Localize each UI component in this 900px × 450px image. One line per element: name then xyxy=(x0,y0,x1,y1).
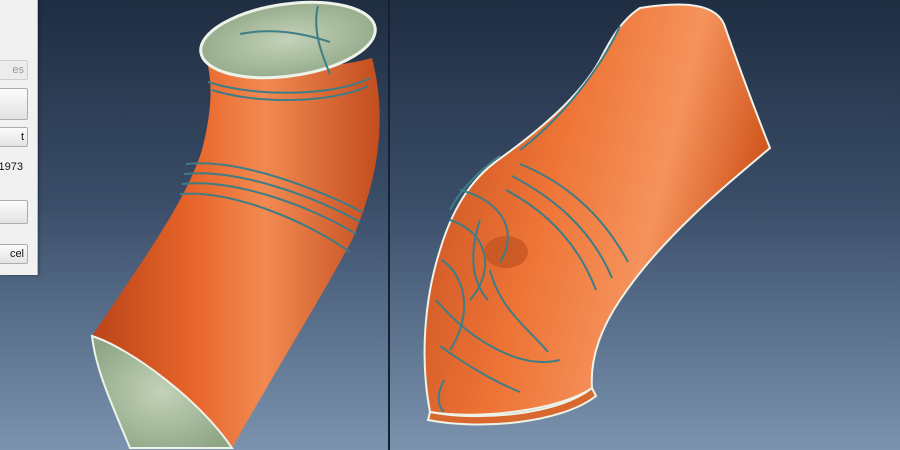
3d-viewport-area[interactable]: es t 1973 cel xyxy=(0,0,900,450)
left-pipe-model[interactable] xyxy=(90,0,380,449)
clipped-dialog-panel: es t 1973 cel xyxy=(0,0,38,275)
model-scene xyxy=(90,0,772,449)
dialog-button-mid[interactable] xyxy=(0,88,28,120)
dialog-button-fourth[interactable] xyxy=(0,200,28,224)
right-pipe-model[interactable] xyxy=(423,3,772,426)
dialog-value-text: 1973 xyxy=(0,161,23,173)
dialog-button-top[interactable]: es xyxy=(0,60,28,80)
dialog-button-third[interactable]: t xyxy=(0,127,28,147)
dialog-cancel-button[interactable]: cel xyxy=(0,244,28,264)
